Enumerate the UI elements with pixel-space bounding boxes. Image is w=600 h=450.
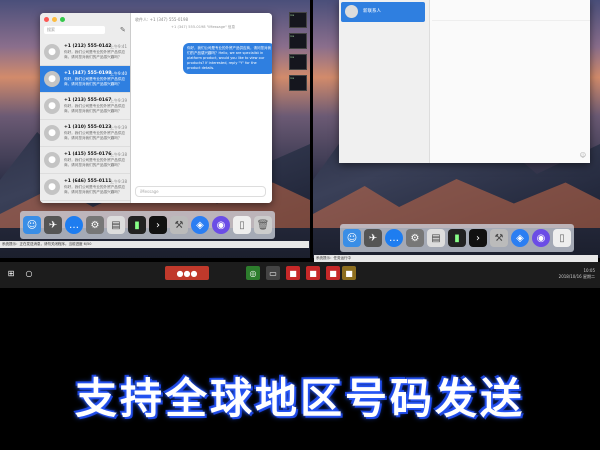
conversation-preview: 你好，我们公司是专业的外贸产品供应商，请问您对我们的产品感兴趣吗？ (64, 185, 126, 194)
chat-pane: 收件人: +1 (347) 555-0198 +1 (347) 555-0198… (131, 13, 272, 203)
conversation-item[interactable]: ● +1 (212) 555-0142 上午9:41 你好，我们公司是专业的外贸产品供… (40, 39, 130, 66)
windows-taskbar: ⊞ ○ ●●● ◎ ▭ ■ ■ ■ ■ 10:05 2018/10/16 星期二 (0, 262, 600, 288)
messages-window: 搜索 ✎ ● +1 (212) 555-0142 上午9:41 你好，我们公司是专业的… (40, 13, 272, 203)
avatar: ● (44, 71, 60, 87)
contact-row-selected[interactable]: 新联系人 (341, 2, 425, 22)
contact-name: 新联系人 (363, 9, 381, 14)
contacts-window: 新联系人 ☺ (339, 0, 590, 163)
avatar (345, 5, 358, 18)
notes-icon[interactable]: ▤ (427, 229, 445, 247)
explorer-icon[interactable]: ▭ (266, 266, 280, 280)
contact-header (432, 0, 590, 21)
desktop-file-icons: ios ios ios ios (289, 12, 307, 96)
utility-icon[interactable]: ⚒ (170, 216, 188, 234)
status-line-left: 系统提示：正在发送消息，请勿关闭程序。当前进度 6/50 (0, 241, 309, 248)
launchpad-icon[interactable]: ✈ (364, 229, 382, 247)
recipient-label: 收件人: +1 (347) 555-0198 (135, 17, 189, 22)
taskbar-clock[interactable]: 10:05 2018/10/16 星期二 (559, 268, 595, 280)
terminal-icon[interactable]: › (469, 229, 487, 247)
conversation-preview: 你好，我们公司是专业的外贸产品供应商，请问您对我们的产品感兴趣吗？ (64, 77, 126, 86)
clock-date: 2018/10/16 星期二 (558, 274, 595, 279)
conversation-item[interactable]: ● +1 (310) 555-0123 上午9:39 你好，我们公司是专业的外贸产品供… (40, 120, 130, 147)
conversation-list: ● +1 (212) 555-0142 上午9:41 你好，我们公司是专业的外贸产品供… (40, 39, 130, 201)
chrome-icon[interactable]: ◎ (246, 266, 260, 280)
windows-start-icon[interactable]: ⊞ (4, 266, 18, 280)
finder-icon[interactable]: ☺ (343, 229, 361, 247)
conversation-item[interactable]: ● +1 (347) 555-0198 上午9:40 你好，我们公司是专业的外贸产品供… (40, 66, 130, 93)
conversation-item[interactable]: ● +1 (213) 555-0167 上午9:39 你好，我们公司是专业的外贸产品供… (40, 93, 130, 120)
avatar: ● (44, 125, 60, 141)
settings-icon[interactable]: ⚙ (86, 216, 104, 234)
launchpad-icon[interactable]: ✈ (44, 216, 62, 234)
settings-icon[interactable]: ⚙ (406, 229, 424, 247)
zoom-window-button[interactable] (60, 17, 65, 22)
desktop-file-icon[interactable]: ios (289, 54, 307, 70)
app-icon[interactable]: ◉ (212, 216, 230, 234)
conversation-phone: +1 (310) 555-0123 (64, 125, 112, 130)
avatar: ● (44, 179, 60, 195)
conversation-preview: 你好，我们公司是专业的外贸产品供应商，请问您对我们的产品感兴趣吗？ (64, 131, 126, 140)
app-icon[interactable]: ■ (306, 266, 320, 280)
document-icon[interactable]: ▯ (233, 216, 251, 234)
chat-subtitle: +1 (347) 555-0198 "iMessage" 信息 (171, 25, 236, 29)
window-controls (44, 17, 65, 22)
contacts-sidebar: 新联系人 (339, 0, 430, 163)
document-icon[interactable]: ▯ (553, 229, 571, 247)
trash-icon[interactable]: 🗑 (254, 216, 272, 234)
app-icon[interactable]: ◉ (532, 229, 550, 247)
activity-monitor-icon[interactable]: ▮ (448, 229, 466, 247)
finder-icon[interactable]: ☺ (23, 216, 41, 234)
desktop-file-icon[interactable]: ios (289, 12, 307, 28)
utility-icon[interactable]: ⚒ (490, 229, 508, 247)
activity-monitor-icon[interactable]: ▮ (128, 216, 146, 234)
avatar: ● (44, 98, 60, 114)
terminal-icon[interactable]: › (149, 216, 167, 234)
safari-icon[interactable]: ◈ (511, 229, 529, 247)
search-icon[interactable]: ○ (22, 266, 36, 280)
message-bubble: 你好，我们公司是专业的外贸产品供应商，请问您对我们的产品感兴趣吗？Hello, … (183, 43, 272, 74)
app-icon[interactable]: ■ (326, 266, 340, 280)
message-input[interactable]: iMessage (135, 186, 266, 197)
avatar: ● (44, 44, 60, 60)
app-banner-icon[interactable]: ●●● (165, 266, 209, 280)
notes-icon[interactable]: ▤ (107, 216, 125, 234)
status-line-right: 系统提示：任务运行中 (314, 255, 598, 262)
conversation-preview: 你好，我们公司是专业的外贸产品供应商，请问您对我们的产品感兴趣吗？ (64, 104, 126, 113)
conversation-item[interactable]: ● +1 (415) 555-0176 上午9:38 你好，我们公司是专业的外贸产品供… (40, 147, 130, 174)
conversation-preview: 你好，我们公司是专业的外贸产品供应商，请问您对我们的产品感兴趣吗？ (64, 158, 126, 167)
desktop-file-icon[interactable]: ios (289, 75, 307, 91)
app-icon[interactable]: ■ (342, 266, 356, 280)
conversation-preview: 你好，我们公司是专业的外贸产品供应商，请问您对我们的产品感兴趣吗？ (64, 50, 126, 59)
compose-icon[interactable]: ✎ (120, 26, 126, 34)
conversation-phone: +1 (415) 555-0176 (64, 152, 112, 157)
messages-icon[interactable]: … (65, 216, 83, 234)
conversation-phone: +1 (646) 555-0111 (64, 179, 112, 184)
app-icon[interactable]: ■ (286, 266, 300, 280)
dock-right: ☺ ✈ … ⚙ ▤ ▮ › ⚒ ◈ ◉ ▯ (340, 224, 574, 252)
search-input[interactable]: 搜索 (44, 26, 105, 34)
dock-left: ☺ ✈ … ⚙ ▤ ▮ › ⚒ ◈ ◉ ▯ 🗑 (20, 211, 275, 239)
conversation-phone: +1 (212) 555-0142 (64, 44, 112, 49)
emoji-icon[interactable]: ☺ (580, 152, 586, 159)
avatar: ● (44, 152, 60, 168)
conversation-sidebar: 搜索 ✎ ● +1 (212) 555-0142 上午9:41 你好，我们公司是专业的… (40, 13, 131, 203)
conversation-phone: +1 (347) 555-0198 (64, 71, 112, 76)
safari-icon[interactable]: ◈ (191, 216, 209, 234)
conversation-phone: +1 (213) 555-0167 (64, 98, 112, 103)
messages-icon[interactable]: … (385, 229, 403, 247)
minimize-window-button[interactable] (52, 17, 57, 22)
desktop-file-icon[interactable]: ios (289, 33, 307, 49)
promo-caption: 支持全球地区号码发送 (74, 374, 525, 423)
close-window-button[interactable] (44, 17, 49, 22)
conversation-item[interactable]: ● +1 (646) 555-0111 上午9:38 你好，我们公司是专业的外贸产品供… (40, 174, 130, 201)
